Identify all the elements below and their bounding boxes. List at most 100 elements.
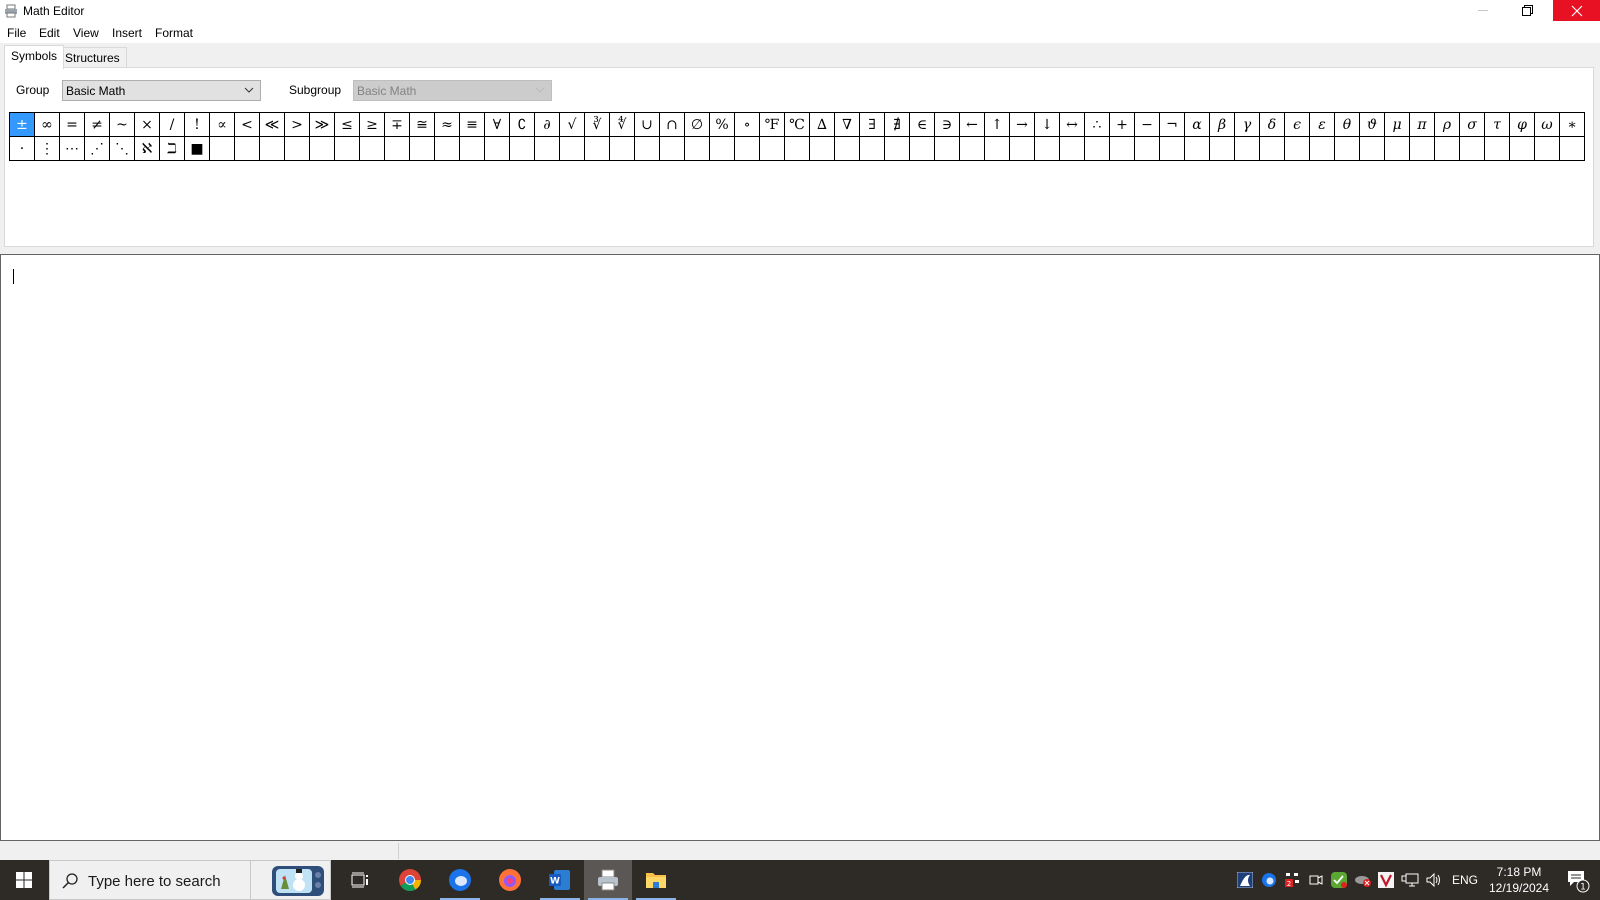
- search-highlight[interactable]: [251, 860, 331, 900]
- symbol-cell[interactable]: ω: [1534, 112, 1560, 137]
- symbol-cell[interactable]: ≥: [359, 112, 385, 137]
- symbol-cell[interactable]: ∜: [609, 112, 635, 137]
- symbol-cell[interactable]: ■: [184, 136, 210, 161]
- symbol-cell[interactable]: =: [59, 112, 85, 137]
- symbol-cell[interactable]: ρ: [1434, 112, 1460, 137]
- group-select[interactable]: Basic Math: [62, 80, 261, 101]
- taskbar-file-explorer[interactable]: [632, 860, 680, 900]
- symbol-cell[interactable]: ≡: [459, 112, 485, 137]
- tray-language[interactable]: ENG: [1450, 860, 1480, 900]
- symbol-cell[interactable]: ≠: [84, 112, 110, 137]
- menu-edit[interactable]: Edit: [39, 26, 60, 40]
- symbol-cell[interactable]: μ: [1384, 112, 1410, 137]
- menu-format[interactable]: Format: [155, 26, 193, 40]
- taskbar-firefox[interactable]: [486, 860, 534, 900]
- tray-thunderbird[interactable]: [1258, 860, 1280, 900]
- symbol-cell[interactable]: ∝: [209, 112, 235, 137]
- symbol-cell[interactable]: ∗: [1559, 112, 1585, 137]
- symbol-cell[interactable]: ℶ: [159, 136, 185, 161]
- symbol-cell[interactable]: σ: [1459, 112, 1485, 137]
- subgroup-select[interactable]: Basic Math: [353, 80, 552, 101]
- tray-sync[interactable]: [1328, 860, 1350, 900]
- tab-symbols[interactable]: Symbols: [4, 45, 65, 69]
- tray-v-app[interactable]: [1375, 860, 1397, 900]
- menu-insert[interactable]: Insert: [112, 26, 142, 40]
- taskbar-word[interactable]: W: [536, 860, 584, 900]
- symbol-cell[interactable]: δ: [1259, 112, 1285, 137]
- symbol-cell[interactable]: ℵ: [134, 136, 160, 161]
- symbol-cell[interactable]: ∞: [34, 112, 60, 137]
- symbol-cell[interactable]: ≤: [334, 112, 360, 137]
- tray-clock[interactable]: 7:18 PM 12/19/2024: [1480, 864, 1558, 896]
- symbol-cell[interactable]: ⋯: [59, 136, 85, 161]
- symbol-cell[interactable]: ϑ: [1359, 112, 1385, 137]
- symbol-cell[interactable]: ∂: [534, 112, 560, 137]
- symbol-cell[interactable]: ∁: [509, 112, 535, 137]
- symbol-cell[interactable]: ·: [9, 136, 35, 161]
- symbol-cell[interactable]: β: [1209, 112, 1235, 137]
- symbol-cell[interactable]: <: [234, 112, 260, 137]
- symbol-cell[interactable]: ∓: [384, 112, 410, 137]
- tray-volume[interactable]: [1423, 860, 1445, 900]
- tray-sharkfin[interactable]: [1234, 860, 1256, 900]
- symbol-cell[interactable]: θ: [1334, 112, 1360, 137]
- symbol-cell[interactable]: >: [284, 112, 310, 137]
- symbol-cell[interactable]: ≈: [434, 112, 460, 137]
- symbol-cell[interactable]: ↔: [1059, 112, 1085, 137]
- task-view-button[interactable]: [336, 860, 384, 900]
- symbol-cell[interactable]: +: [1109, 112, 1135, 137]
- symbol-cell[interactable]: ∩: [659, 112, 685, 137]
- taskbar-thunderbird[interactable]: [436, 860, 484, 900]
- tray-network[interactable]: [1399, 860, 1421, 900]
- symbol-cell[interactable]: ×: [134, 112, 160, 137]
- restore-button[interactable]: [1505, 0, 1551, 21]
- symbol-cell[interactable]: −: [1134, 112, 1160, 137]
- symbol-cell[interactable]: ϵ: [1284, 112, 1310, 137]
- symbol-cell[interactable]: ∃: [859, 112, 885, 137]
- symbol-cell[interactable]: ε: [1309, 112, 1335, 137]
- symbol-cell[interactable]: π: [1409, 112, 1435, 137]
- symbol-cell[interactable]: ∪: [634, 112, 660, 137]
- symbol-cell[interactable]: ∛: [584, 112, 610, 137]
- symbol-cell[interactable]: ↑: [984, 112, 1010, 137]
- minimize-button[interactable]: [1461, 0, 1507, 21]
- symbol-cell[interactable]: ∘: [734, 112, 760, 137]
- action-center-button[interactable]: 1: [1558, 860, 1598, 900]
- symbol-cell[interactable]: ⋮: [34, 136, 60, 161]
- symbol-cell[interactable]: ~: [109, 112, 135, 137]
- symbol-cell[interactable]: ≅: [409, 112, 435, 137]
- symbol-cell[interactable]: α: [1184, 112, 1210, 137]
- symbol-cell[interactable]: ⋱: [109, 136, 135, 161]
- symbol-cell[interactable]: ∅: [684, 112, 710, 137]
- symbol-cell[interactable]: ∄: [884, 112, 910, 137]
- symbol-cell[interactable]: ∋: [934, 112, 960, 137]
- menu-view[interactable]: View: [73, 26, 99, 40]
- taskbar-search[interactable]: Type here to search: [49, 860, 251, 900]
- symbol-cell[interactable]: ±: [9, 112, 35, 137]
- menu-file[interactable]: File: [7, 26, 26, 40]
- taskbar-chrome[interactable]: [386, 860, 434, 900]
- symbol-cell[interactable]: √: [559, 112, 585, 137]
- symbol-cell[interactable]: φ: [1509, 112, 1535, 137]
- symbol-cell[interactable]: ℃: [784, 112, 810, 137]
- taskbar-math-editor[interactable]: [584, 860, 632, 900]
- symbol-cell[interactable]: ¬: [1159, 112, 1185, 137]
- start-button[interactable]: [0, 860, 48, 900]
- symbol-cell[interactable]: /: [159, 112, 185, 137]
- symbol-cell[interactable]: ∇: [834, 112, 860, 137]
- close-button[interactable]: [1553, 0, 1600, 21]
- symbol-cell[interactable]: ←: [959, 112, 985, 137]
- tray-network-app[interactable]: 2: [1281, 860, 1303, 900]
- symbol-cell[interactable]: %: [709, 112, 735, 137]
- tray-onedrive[interactable]: [1352, 860, 1374, 900]
- symbol-cell[interactable]: γ: [1234, 112, 1260, 137]
- symbol-cell[interactable]: ∀: [484, 112, 510, 137]
- symbol-cell[interactable]: ≪: [259, 112, 285, 137]
- symbol-cell[interactable]: τ: [1484, 112, 1510, 137]
- tray-meet-now[interactable]: [1305, 860, 1327, 900]
- symbol-cell[interactable]: →: [1009, 112, 1035, 137]
- symbol-cell[interactable]: ↓: [1034, 112, 1060, 137]
- symbol-cell[interactable]: ≫: [309, 112, 335, 137]
- symbol-cell[interactable]: ℉: [759, 112, 785, 137]
- symbol-cell[interactable]: !: [184, 112, 210, 137]
